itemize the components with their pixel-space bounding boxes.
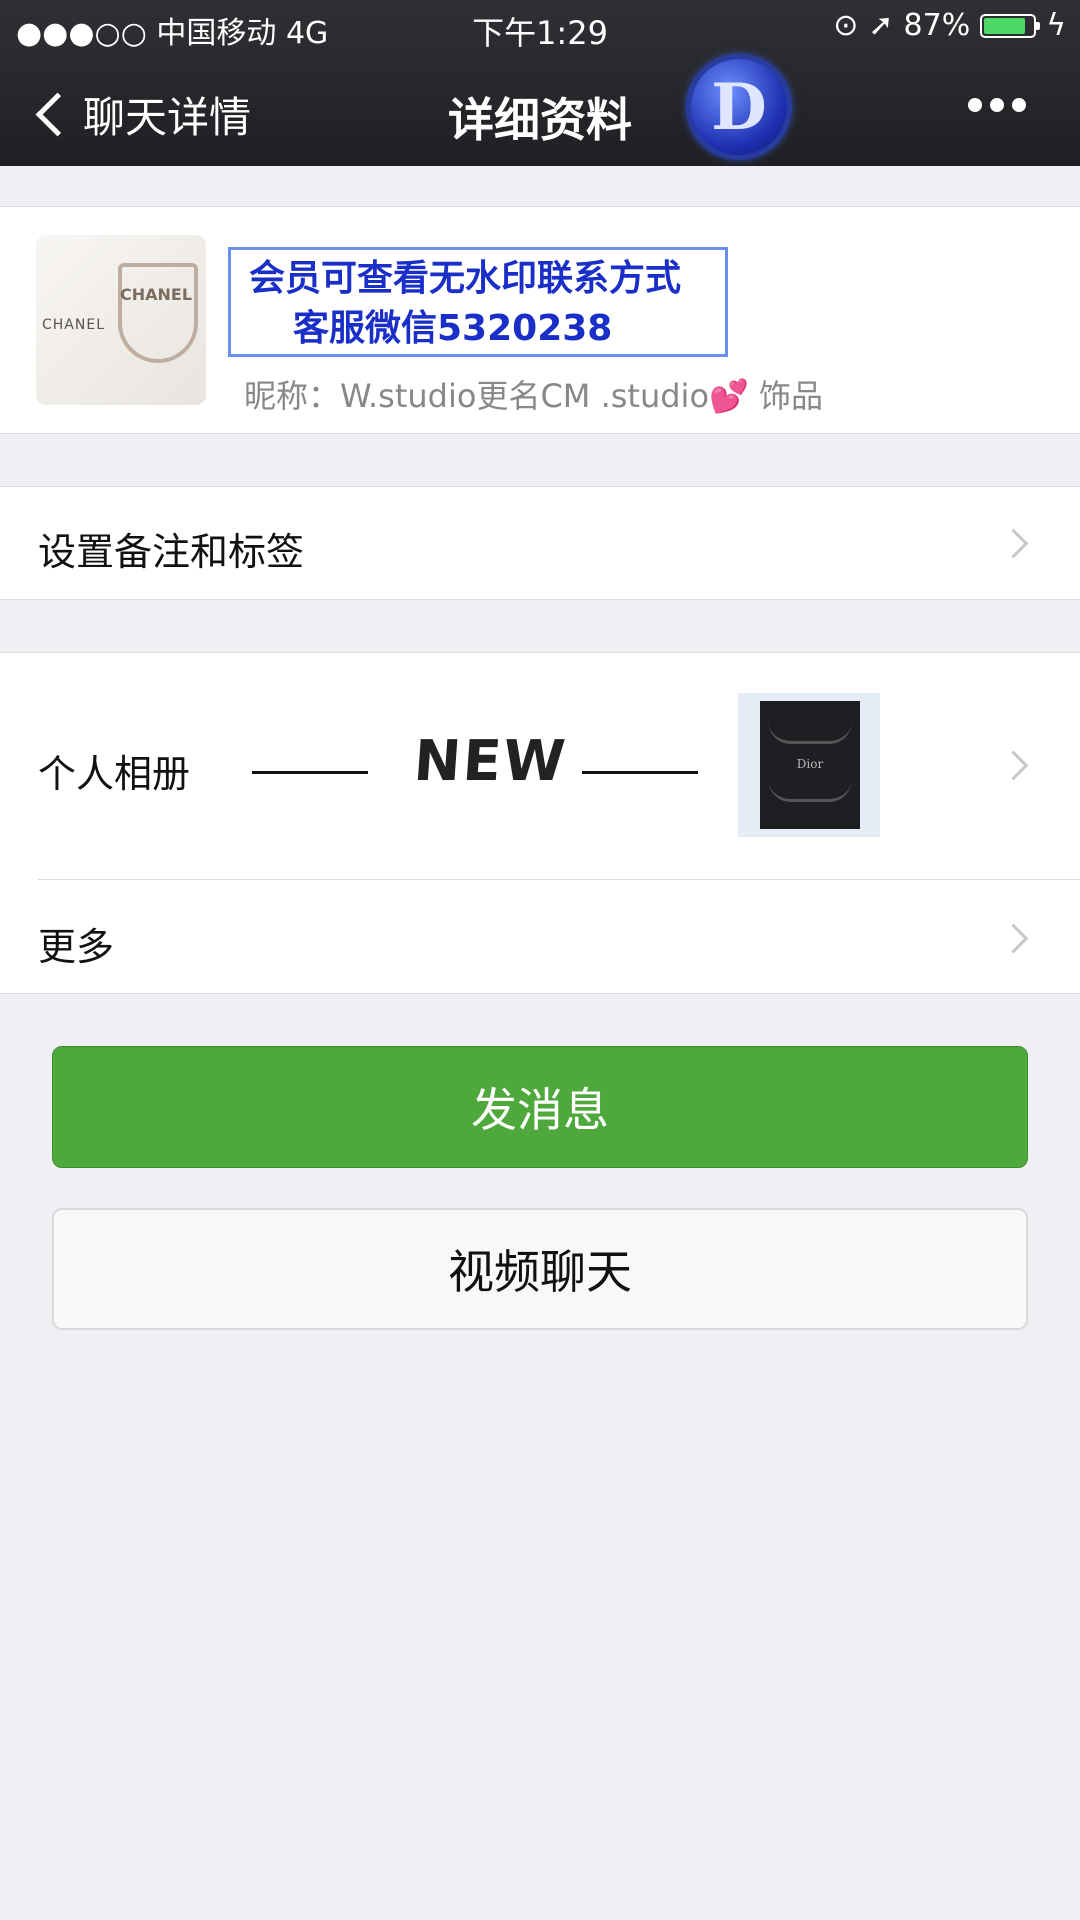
- navigation-bar: 聊天详情 详细资料 D: [0, 54, 1080, 166]
- promo-line-2: 客服微信5320238: [293, 308, 613, 349]
- battery-percent: 87%: [903, 8, 971, 43]
- album-label: 个人相册: [38, 752, 191, 796]
- bracelet-shape: [768, 721, 852, 744]
- rotation-lock-icon: ⊙: [833, 8, 859, 43]
- more-options-icon[interactable]: [968, 98, 1026, 112]
- chevron-right-icon: [998, 750, 1029, 781]
- avatar[interactable]: CHANEL CHANEL: [36, 235, 206, 405]
- nickname: 昵称：W.studio更名CM .studio💕 饰品: [244, 371, 823, 417]
- album-thumbnail[interactable]: Dior: [738, 693, 880, 837]
- battery-icon: [980, 13, 1041, 38]
- nickname-value: W.studio更名CM .studio: [340, 377, 710, 415]
- chevron-right-icon: [998, 528, 1029, 559]
- overlay-dash-left: [252, 771, 368, 774]
- more-label: 更多: [38, 925, 115, 969]
- hearts-emoji-icon: 💕: [709, 377, 749, 415]
- more-row[interactable]: 更多: [0, 880, 1080, 993]
- personal-album-row[interactable]: 个人相册 NEW Dior: [0, 653, 1080, 879]
- nickname-suffix: 饰品: [759, 377, 824, 415]
- chevron-right-icon: [998, 923, 1029, 954]
- nickname-prefix: 昵称：: [244, 377, 341, 415]
- status-bar: ●●●○○ 中国移动 4G 下午1:29 ⊙ ➚ 87% ϟ: [0, 0, 1080, 54]
- watermark-logo: D: [686, 54, 792, 160]
- video-call-button[interactable]: 视频聊天: [52, 1208, 1028, 1330]
- status-right: ⊙ ➚ 87% ϟ: [833, 8, 1066, 43]
- brooch-image: [118, 263, 198, 363]
- top-bar: ●●●○○ 中国移动 4G 下午1:29 ⊙ ➚ 87% ϟ 聊天详情 详细资料…: [0, 0, 1080, 166]
- page-title: 详细资料: [448, 93, 632, 147]
- promo-banner: 会员可查看无水印联系方式 客服微信5320238: [228, 247, 728, 357]
- location-icon: ➚: [868, 8, 894, 43]
- new-overlay-text: NEW: [411, 729, 570, 794]
- send-message-button[interactable]: 发消息: [52, 1046, 1028, 1168]
- thumbnail-brand-text: Dior: [796, 757, 824, 771]
- avatar-brand-text: CHANEL: [42, 317, 105, 333]
- remark-tags-label: 设置备注和标签: [38, 530, 305, 574]
- charging-icon: ϟ: [1046, 8, 1066, 43]
- avatar-brand-text-2: CHANEL: [120, 285, 193, 304]
- profile-card: CHANEL CHANEL 会员可查看无水印联系方式 客服微信5320238 昵…: [0, 206, 1080, 434]
- album-more-group: 个人相册 NEW Dior 更多: [0, 652, 1080, 994]
- overlay-dash-right: [582, 771, 698, 774]
- promo-line-1: 会员可查看无水印联系方式: [249, 258, 682, 299]
- bracelet-shape: [768, 779, 852, 802]
- remark-tags-row[interactable]: 设置备注和标签: [0, 486, 1080, 600]
